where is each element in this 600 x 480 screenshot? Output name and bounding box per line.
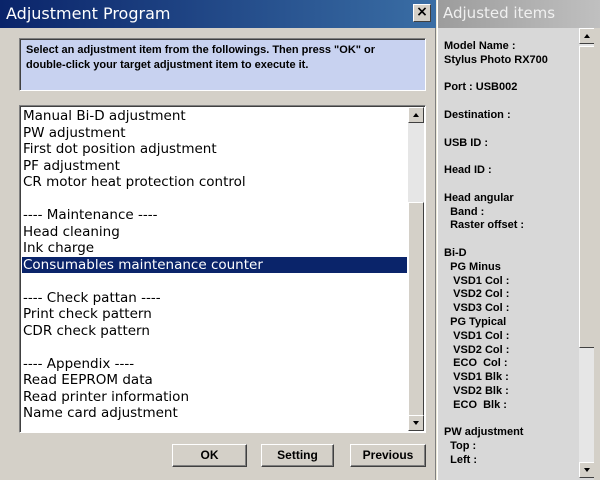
info-line: Destination : xyxy=(444,108,511,121)
list-item[interactable]: Read printer information xyxy=(22,389,407,406)
info-line: Raster offset : xyxy=(444,219,525,232)
close-button[interactable]: × xyxy=(413,4,431,22)
instruction-line-1: Select an adjustment item from the follo… xyxy=(26,44,376,56)
panel-scroll-thumb[interactable] xyxy=(579,46,595,348)
list-items: Manual Bi-D adjustment PW adjustment First… xyxy=(22,108,407,430)
list-item[interactable]: Manual Bi-D adjustment xyxy=(22,108,407,125)
panel-title: Adjusted items xyxy=(443,4,556,22)
setting-button[interactable]: Setting xyxy=(261,444,334,467)
info-line: ECO Col : xyxy=(444,357,508,370)
panel-scroll-down-button[interactable] xyxy=(579,462,595,478)
instruction-box: Select an adjustment item from the follo… xyxy=(19,38,426,91)
list-item[interactable]: CDR check pattern xyxy=(22,323,407,340)
adjustment-program-window: Adjustment Program × Select an adjustmen… xyxy=(0,0,436,480)
info-line: VSD3 Col : xyxy=(444,302,510,315)
list-item[interactable]: Name card adjustment xyxy=(22,405,407,422)
info-line: PW adjustment xyxy=(444,426,524,439)
info-line: Model Name : xyxy=(444,40,516,52)
info-line: Top : xyxy=(444,440,477,453)
arrow-down-icon xyxy=(584,468,590,472)
window-title: Adjustment Program xyxy=(6,4,171,23)
adjustment-item-list[interactable]: Manual Bi-D adjustment PW adjustment First… xyxy=(19,105,426,433)
info-line: Band : xyxy=(444,205,485,218)
previous-button[interactable]: Previous xyxy=(350,444,426,467)
info-line: PG Typical xyxy=(444,315,507,328)
arrow-down-icon xyxy=(413,421,419,425)
arrow-up-icon xyxy=(584,34,590,38)
list-item[interactable]: PW adjustment xyxy=(22,125,407,142)
info-line: VSD1 Blk : xyxy=(444,371,509,384)
title-bar: Adjustment Program × xyxy=(0,0,436,28)
info-line: Left : xyxy=(444,453,477,466)
adjusted-items-info: Model Name : Stylus Photo RX700 Port : USB… xyxy=(440,28,580,480)
info-line: VSD1 Col : xyxy=(444,329,510,342)
list-item xyxy=(22,191,407,208)
ok-button[interactable]: OK xyxy=(172,444,247,467)
list-item[interactable]: Head cleaning xyxy=(22,224,407,241)
info-line: Head angular xyxy=(444,191,514,204)
info-line: VSD1 Col : xyxy=(444,274,510,287)
adjusted-items-panel: Adjusted items Model Name : Stylus Photo … xyxy=(437,0,600,480)
instruction-line-2: double-click your target adjustment item… xyxy=(26,59,309,71)
list-item[interactable]: ---- Check pattan ---- xyxy=(22,290,407,307)
list-item xyxy=(22,273,407,290)
list-item[interactable]: Print check pattern xyxy=(22,306,407,323)
list-item[interactable]: Consumables maintenance counter xyxy=(22,256,407,273)
info-line: ECO Blk : xyxy=(444,398,507,411)
info-line: Port : USB002 xyxy=(444,81,518,94)
list-item[interactable]: ---- Appendix ---- xyxy=(22,356,407,373)
list-item[interactable]: CR motor heat protection control xyxy=(22,174,407,191)
scroll-down-button[interactable] xyxy=(408,415,424,431)
info-line: Stylus Photo RX700 xyxy=(444,53,548,66)
panel-scrollbar[interactable] xyxy=(579,28,595,478)
panel-edge xyxy=(594,28,600,480)
list-item[interactable]: First dot position adjustment xyxy=(22,141,407,158)
list-scrollbar[interactable] xyxy=(408,107,424,431)
info-line: Bi-D xyxy=(444,246,467,259)
info-line: VSD2 Col : xyxy=(444,288,510,301)
info-line: PG Minus xyxy=(444,260,501,273)
panel-title-bar: Adjusted items xyxy=(438,0,600,28)
info-line: Head ID : xyxy=(444,164,492,177)
list-item xyxy=(22,339,407,356)
scroll-up-button[interactable] xyxy=(408,107,424,123)
arrow-up-icon xyxy=(413,113,419,117)
info-line: USB ID : xyxy=(444,136,488,149)
info-line: VSD2 Col : xyxy=(444,343,510,356)
list-item[interactable]: PF adjustment xyxy=(22,158,407,175)
list-item[interactable]: ---- Maintenance ---- xyxy=(22,207,407,224)
list-item[interactable]: Read EEPROM data xyxy=(22,372,407,389)
scroll-thumb[interactable] xyxy=(408,202,424,416)
panel-scroll-up-button[interactable] xyxy=(579,28,595,44)
info-line: VSD2 Blk : xyxy=(444,384,509,397)
list-item[interactable]: Ink charge xyxy=(22,240,407,257)
